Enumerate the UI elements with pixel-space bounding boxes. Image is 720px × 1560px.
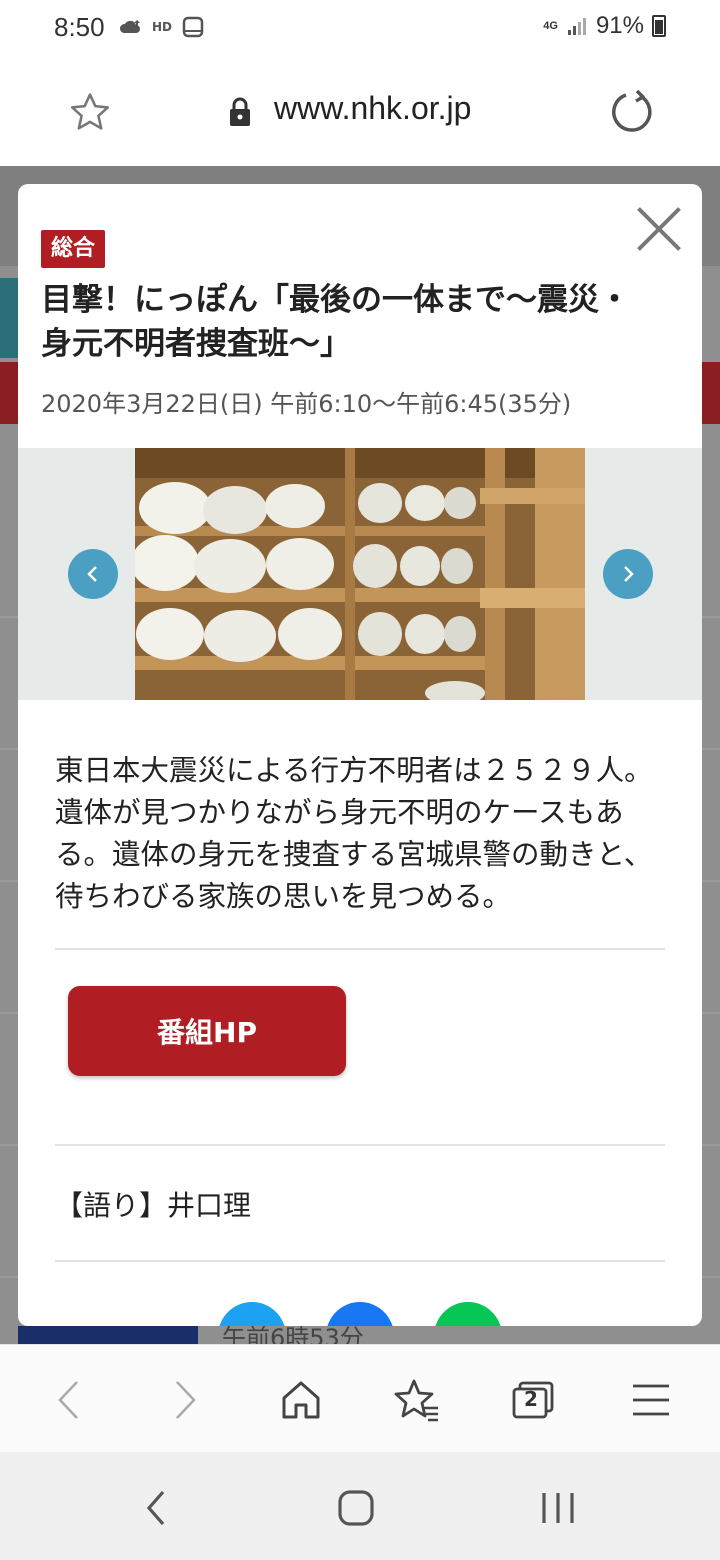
battery-icon [652, 15, 666, 37]
line-icon[interactable] [434, 1302, 502, 1326]
hamburger-menu-icon [633, 1384, 669, 1416]
back-arrow-icon [58, 1381, 78, 1419]
close-icon[interactable] [634, 204, 684, 254]
back-button[interactable] [44, 1375, 94, 1425]
divider [55, 948, 665, 950]
channel-badge: 総合 [41, 230, 106, 268]
forward-arrow-icon [176, 1381, 196, 1419]
carousel-next-button[interactable] [603, 549, 653, 599]
network-label: 4G [543, 20, 558, 32]
chevron-right-icon [624, 566, 634, 582]
facebook-icon[interactable] [326, 1302, 394, 1326]
bookmark-star-icon [394, 1379, 438, 1422]
divider [55, 1144, 665, 1146]
image-carousel [18, 448, 702, 700]
status-time: 8:50 [54, 12, 105, 42]
signal-icon [567, 18, 586, 35]
recent-apps-icon [542, 1493, 574, 1523]
tab-count: 2 [524, 1387, 538, 1411]
status-right: 4G 91% [543, 12, 666, 40]
chevron-left-icon [87, 566, 97, 582]
system-nav-bar [0, 1452, 720, 1560]
system-home-icon [338, 1490, 374, 1526]
bg-accent-bar [0, 278, 18, 358]
forward-button[interactable] [160, 1375, 210, 1425]
status-notification-icons: HD [118, 16, 204, 38]
screen-icon [182, 16, 204, 38]
divider [55, 1260, 665, 1262]
program-detail-modal: 総合 目撃！にっぽん「最後の一体まで〜震災・身元不明者捜査班〜」 2020年3月… [18, 184, 702, 1326]
battery-percent: 91% [595, 12, 644, 39]
bookmarks-button[interactable] [392, 1375, 442, 1425]
program-image [135, 448, 585, 700]
system-recents-button[interactable] [528, 1486, 588, 1530]
bg-thumbnail [18, 1326, 198, 1344]
star-icon[interactable] [68, 90, 112, 134]
home-icon [282, 1381, 320, 1419]
tabs-button[interactable]: 2 [508, 1375, 558, 1425]
program-description: 東日本大震災による行方不明者は２５２９人。遺体が見つかりながら身元不明のケースも… [55, 754, 653, 913]
cloud-upload-icon [119, 20, 140, 33]
menu-button[interactable] [626, 1375, 676, 1425]
narrator: 【語り】井口理 [55, 1189, 252, 1222]
system-back-button[interactable] [126, 1486, 186, 1530]
share-buttons [218, 1302, 618, 1326]
system-home-button[interactable] [326, 1486, 386, 1530]
lock-icon [230, 97, 250, 126]
program-hp-button[interactable]: 番組HP [68, 986, 346, 1076]
status-bar: 8:50 HD 4G 91% [0, 0, 720, 60]
system-back-icon [146, 1490, 165, 1526]
reload-icon[interactable] [606, 88, 654, 136]
hd-icon: HD [152, 20, 173, 34]
program-title: 目撃！にっぽん「最後の一体まで〜震災・身元不明者捜査班〜」 [41, 282, 630, 362]
carousel-prev-button[interactable] [68, 549, 118, 599]
air-time: 2020年3月22日(日) 午前6:10〜午前6:45(35分) [41, 390, 572, 418]
twitter-icon[interactable] [218, 1302, 286, 1326]
home-button[interactable] [276, 1375, 326, 1425]
browser-toolbar: 2 [0, 1344, 720, 1453]
url-bar: www.nhk.or.jp [0, 60, 720, 166]
url-text[interactable]: www.nhk.or.jp [274, 90, 471, 127]
